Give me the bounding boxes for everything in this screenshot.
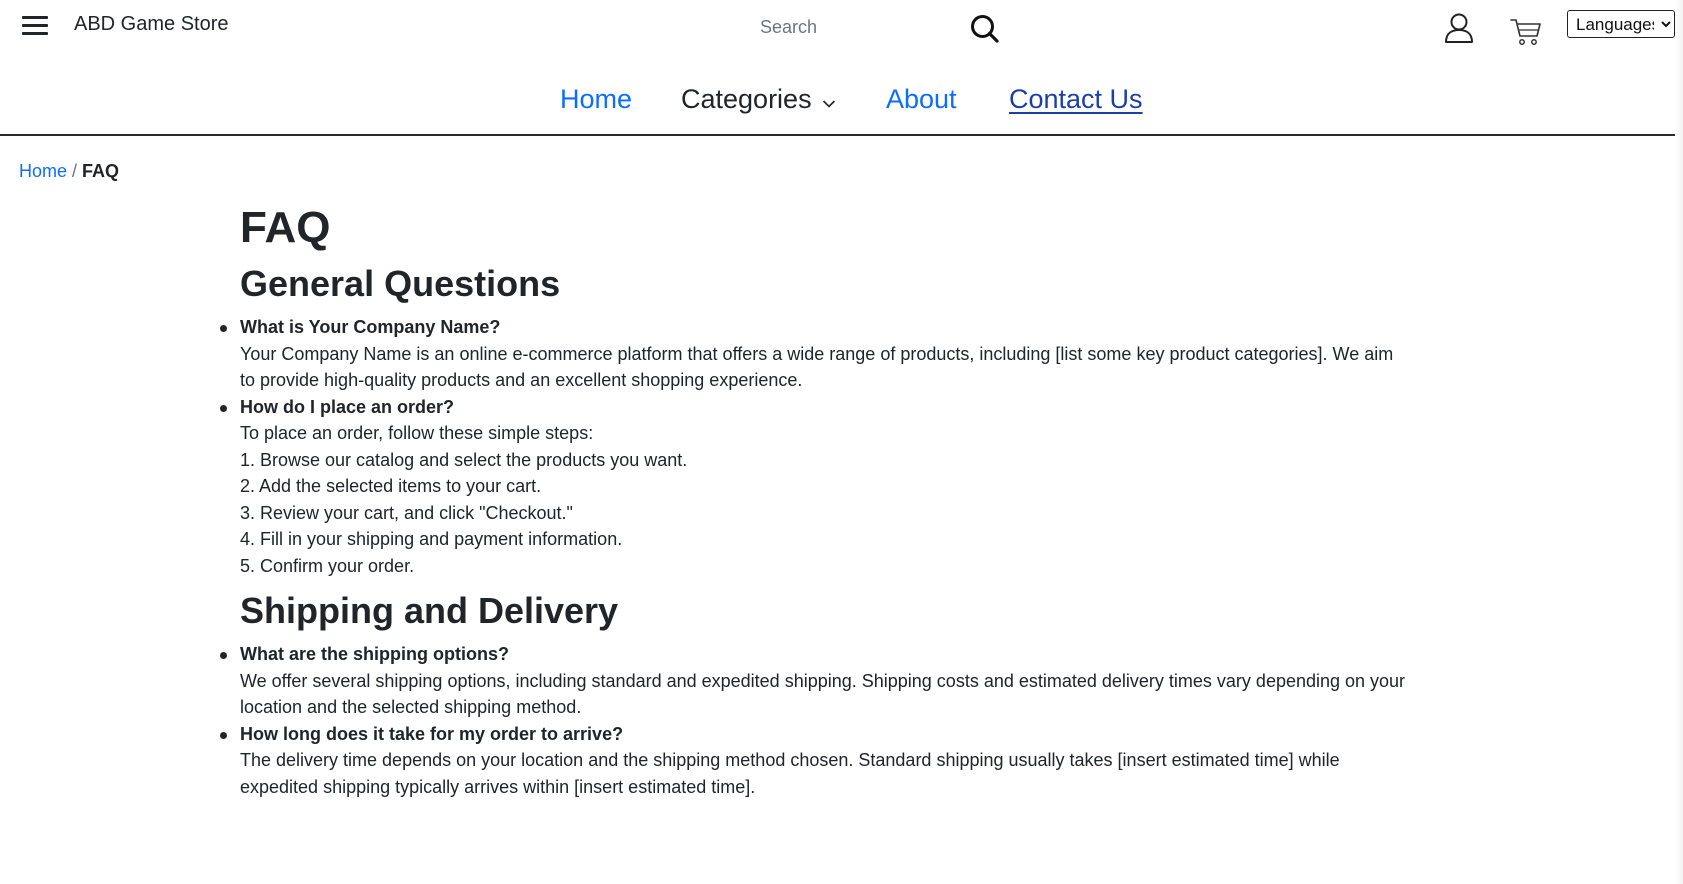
nav-home-link[interactable]: Home: [560, 84, 632, 115]
bullet-icon: [220, 404, 227, 412]
search-icon[interactable]: [968, 12, 1002, 46]
nav-contact-link[interactable]: Contact Us: [1009, 84, 1143, 115]
hamburger-menu-icon[interactable]: [22, 14, 48, 36]
scrollbar-track[interactable]: [1675, 0, 1683, 884]
faq-answer: Your Company Name is an online e-commerc…: [240, 343, 1394, 391]
language-select[interactable]: Languages: [1567, 10, 1675, 38]
breadcrumb-separator: /: [72, 161, 78, 181]
faq-item: How long does it take for my order to ar…: [220, 721, 1410, 801]
brand-link[interactable]: ABD Game Store: [74, 13, 229, 36]
faq-content: FAQ General Questions What is Your Compa…: [220, 200, 1410, 801]
faq-item: What is Your Company Name? Your Company …: [220, 314, 1410, 394]
main-nav: Home Categories About Contact Us: [0, 80, 1683, 124]
faq-answer-step: 3. Review your cart, and click "Checkout…: [240, 502, 573, 523]
page-title: FAQ: [240, 203, 331, 252]
breadcrumb-current: FAQ: [82, 161, 120, 181]
section-title: Shipping and Delivery: [240, 590, 619, 631]
bullet-icon: [220, 652, 227, 659]
chevron-down-icon: [822, 85, 836, 116]
nav-divider: [0, 134, 1683, 136]
bullet-icon: [220, 731, 227, 739]
search-input[interactable]: [740, 8, 955, 46]
breadcrumb: Home / FAQ: [19, 161, 119, 182]
faq-question: How do I place an order?: [240, 396, 455, 417]
top-bar: ABD Game Store Languages: [0, 0, 1683, 56]
breadcrumb-home-link[interactable]: Home: [19, 161, 67, 181]
faq-question: How long does it take for my order to ar…: [240, 723, 624, 744]
faq-answer-step: 1. Browse our catalog and select the pro…: [240, 449, 688, 470]
user-icon[interactable]: [1444, 12, 1474, 44]
faq-answer-step: 2. Add the selected items to your cart.: [240, 476, 542, 496]
faq-item: What are the shipping options? We offer …: [220, 641, 1410, 721]
bullet-icon: [220, 325, 227, 332]
shipping-section: Shipping and Delivery What are the shipp…: [220, 589, 1410, 801]
faq-list: What is Your Company Name? Your Company …: [220, 314, 1410, 580]
faq-answer: We offer several shipping options, inclu…: [240, 670, 1406, 718]
faq-answer-step: 4. Fill in your shipping and payment inf…: [240, 529, 623, 549]
faq-item: How do I place an order? To place an ord…: [220, 394, 1410, 580]
faq-question: What are the shipping options?: [240, 644, 509, 664]
faq-question: What is Your Company Name?: [240, 317, 501, 337]
faq-answer-intro: To place an order, follow these simple s…: [240, 423, 594, 443]
nav-categories-label: Categories: [681, 84, 812, 114]
faq-answer-step: 5. Confirm your order.: [240, 555, 415, 576]
nav-categories-dropdown[interactable]: Categories: [681, 84, 836, 116]
section-title: General Questions: [240, 263, 561, 304]
faq-answer: The delivery time depends on your locati…: [240, 750, 1340, 797]
nav-about-link[interactable]: About: [886, 84, 957, 115]
search-box: [740, 8, 1005, 46]
cart-icon[interactable]: [1509, 14, 1543, 48]
faq-list: What are the shipping options? We offer …: [220, 641, 1410, 801]
